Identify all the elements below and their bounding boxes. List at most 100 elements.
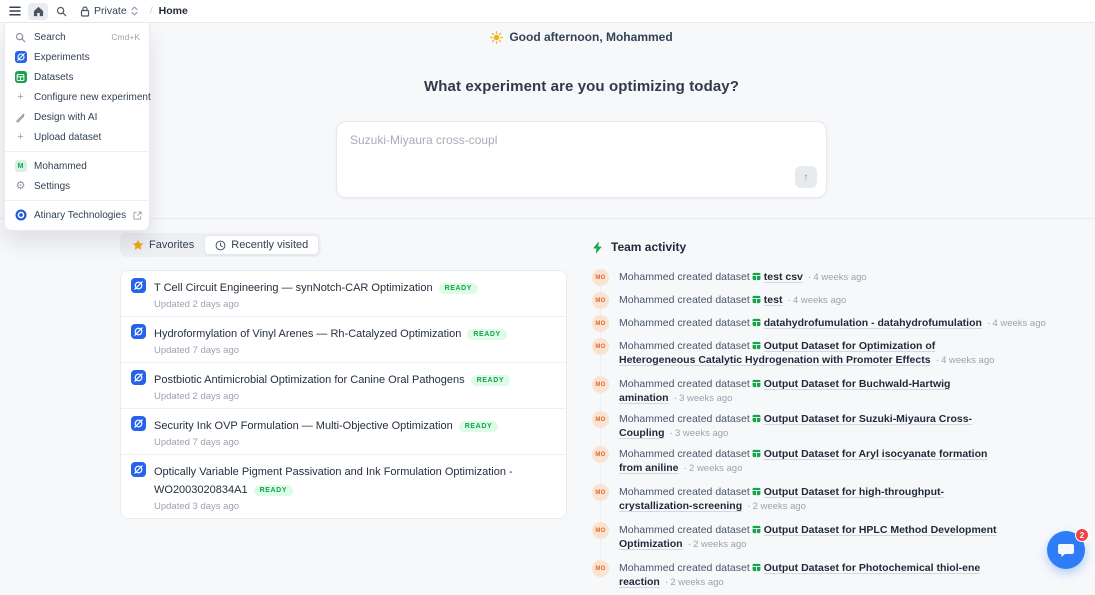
team-activity-section: Team activity MO Mohammed created datase…	[592, 240, 1062, 595]
avatar: MO	[592, 560, 609, 577]
menu-item-organization[interactable]: Atinary Technologies	[5, 205, 149, 225]
menu-item-configure-experiment[interactable]: + Configure new experiment	[5, 87, 150, 107]
star-icon	[132, 239, 144, 250]
menu-item-experiments[interactable]: Experiments	[5, 47, 149, 67]
tab-label: Recently visited	[231, 239, 309, 251]
experiment-title: T Cell Circuit Engineering — synNotch-CA…	[154, 282, 433, 294]
activity-item: MO Mohammed created dataset Output Datase…	[592, 338, 1062, 367]
section-divider	[0, 218, 1095, 219]
experiment-title: Postbiotic Antimicrobial Optimization fo…	[154, 374, 465, 386]
experiment-icon	[131, 462, 146, 477]
avatar: MO	[592, 446, 609, 463]
menu-toggle-button[interactable]	[5, 3, 25, 20]
menu-divider	[5, 151, 149, 152]
wand-icon	[16, 112, 25, 123]
avatar: MO	[592, 411, 609, 428]
dataset-mini-icon	[752, 272, 761, 285]
activity-actor-action: Mohammed created dataset	[619, 378, 750, 390]
dataset-mini-icon	[752, 295, 761, 308]
menu-item-datasets[interactable]: Datasets	[5, 67, 149, 87]
activity-item: MO Mohammed created dataset Output Datase…	[592, 376, 1062, 405]
hero-section: Good afternoon, Mohammed What experiment…	[336, 0, 827, 218]
dataset-mini-icon	[752, 414, 761, 427]
activity-time: 3 weeks ago	[675, 428, 729, 439]
experiments-icon	[14, 51, 27, 63]
avatar: MO	[592, 522, 609, 539]
breadcrumb-separator: /	[149, 5, 153, 17]
menu-item-settings[interactable]: ⚙ Settings	[5, 176, 149, 196]
activity-time: 4 weeks ago	[792, 295, 847, 306]
avatar: MO	[592, 338, 609, 355]
greeting-text: Good afternoon, Mohammed	[509, 30, 673, 44]
home-button[interactable]	[28, 2, 48, 20]
chat-unread-badge: 2	[1075, 528, 1089, 542]
dot-separator: ·	[986, 317, 991, 329]
experiment-icon	[131, 278, 146, 293]
dataset-mini-icon	[752, 318, 761, 331]
hamburger-icon	[9, 6, 21, 16]
experiment-list: T Cell Circuit Engineering — synNotch-CA…	[120, 270, 567, 519]
chevron-updown-icon	[131, 6, 138, 16]
activity-actor-action: Mohammed created dataset	[619, 340, 750, 352]
experiment-row[interactable]: Postbiotic Antimicrobial Optimization fo…	[121, 363, 566, 409]
user-avatar: M	[14, 160, 27, 172]
main-dropdown-menu: Search Cmd+K Experiments Datasets + Conf…	[4, 23, 151, 231]
dataset-link[interactable]: test	[764, 294, 783, 306]
breadcrumb-page: Home	[158, 5, 188, 17]
activity-time: 2 weeks ago	[670, 577, 724, 588]
activity-actor-action: Mohammed created dataset	[619, 486, 750, 498]
menu-item-search[interactable]: Search Cmd+K	[5, 27, 149, 47]
datasets-icon	[14, 71, 27, 83]
activity-actor-action: Mohammed created dataset	[619, 413, 750, 425]
activity-time: 2 weeks ago	[752, 501, 806, 512]
chat-bubble-icon	[1058, 544, 1074, 557]
menu-item-upload-dataset[interactable]: + Upload dataset	[5, 127, 149, 147]
topbar-search-button[interactable]	[51, 3, 71, 20]
activity-time: 2 weeks ago	[693, 539, 747, 550]
dataset-mini-icon	[752, 449, 761, 462]
avatar: MO	[592, 484, 609, 501]
top-bar: Private / Home	[0, 0, 1095, 23]
experiment-updated: Updated 2 days ago	[154, 299, 240, 310]
dot-separator: ·	[673, 392, 678, 404]
activity-item: MO Mohammed created dataset Output Datase…	[592, 446, 1062, 475]
avatar: MO	[592, 292, 609, 309]
status-badge: READY	[470, 375, 511, 386]
experiment-prompt-input[interactable]	[350, 133, 815, 175]
status-badge: READY	[438, 283, 479, 294]
tab-label: Favorites	[149, 239, 195, 251]
dataset-mini-icon	[752, 525, 761, 538]
atinary-logo-icon	[15, 209, 26, 221]
tab-favorites[interactable]: Favorites	[122, 235, 204, 255]
status-badge: READY	[458, 421, 499, 432]
experiment-row[interactable]: T Cell Circuit Engineering — synNotch-CA…	[121, 271, 566, 317]
tab-recently-visited[interactable]: Recently visited	[204, 235, 320, 255]
dot-separator: ·	[664, 576, 669, 588]
list-tabbar: Favorites Recently visited	[120, 233, 322, 257]
workspace-selector[interactable]: Private	[80, 5, 138, 17]
lightning-icon	[593, 240, 602, 254]
activity-item: MO Mohammed created dataset test csv · 4 we…	[592, 269, 1062, 286]
experiment-row[interactable]: Security Ink OVP Formulation — Multi-Obj…	[121, 409, 566, 455]
search-shortcut: Cmd+K	[111, 32, 140, 42]
activity-list: MO Mohammed created dataset test csv · 4 we…	[592, 269, 1062, 589]
experiment-row[interactable]: Optically Variable Pigment Passivation a…	[121, 455, 566, 518]
menu-item-label: Search	[34, 31, 66, 43]
menu-item-profile[interactable]: M Mohammed	[5, 156, 149, 176]
menu-item-label: Upload dataset	[34, 131, 102, 143]
submit-prompt-button[interactable]: ↑	[795, 166, 817, 188]
dataset-link[interactable]: test csv	[764, 271, 803, 283]
avatar: MO	[592, 269, 609, 286]
menu-item-label: Settings	[34, 180, 71, 192]
lock-icon	[80, 5, 90, 17]
plus-icon: +	[17, 90, 24, 103]
dataset-link[interactable]: datahydrofumulation - datahydrofumulatio…	[764, 317, 982, 329]
activity-actor-action: Mohammed created dataset	[619, 294, 750, 306]
dataset-mini-icon	[752, 563, 761, 576]
activity-item: MO Mohammed created dataset Output Datase…	[592, 484, 1062, 513]
experiment-row[interactable]: Hydroformylation of Vinyl Arenes — Rh-Ca…	[121, 317, 566, 363]
menu-item-design-with-ai[interactable]: Design with AI	[5, 107, 149, 127]
search-icon	[15, 32, 26, 42]
activity-time: 4 weeks ago	[941, 355, 995, 366]
arrow-up-icon: ↑	[803, 170, 809, 184]
